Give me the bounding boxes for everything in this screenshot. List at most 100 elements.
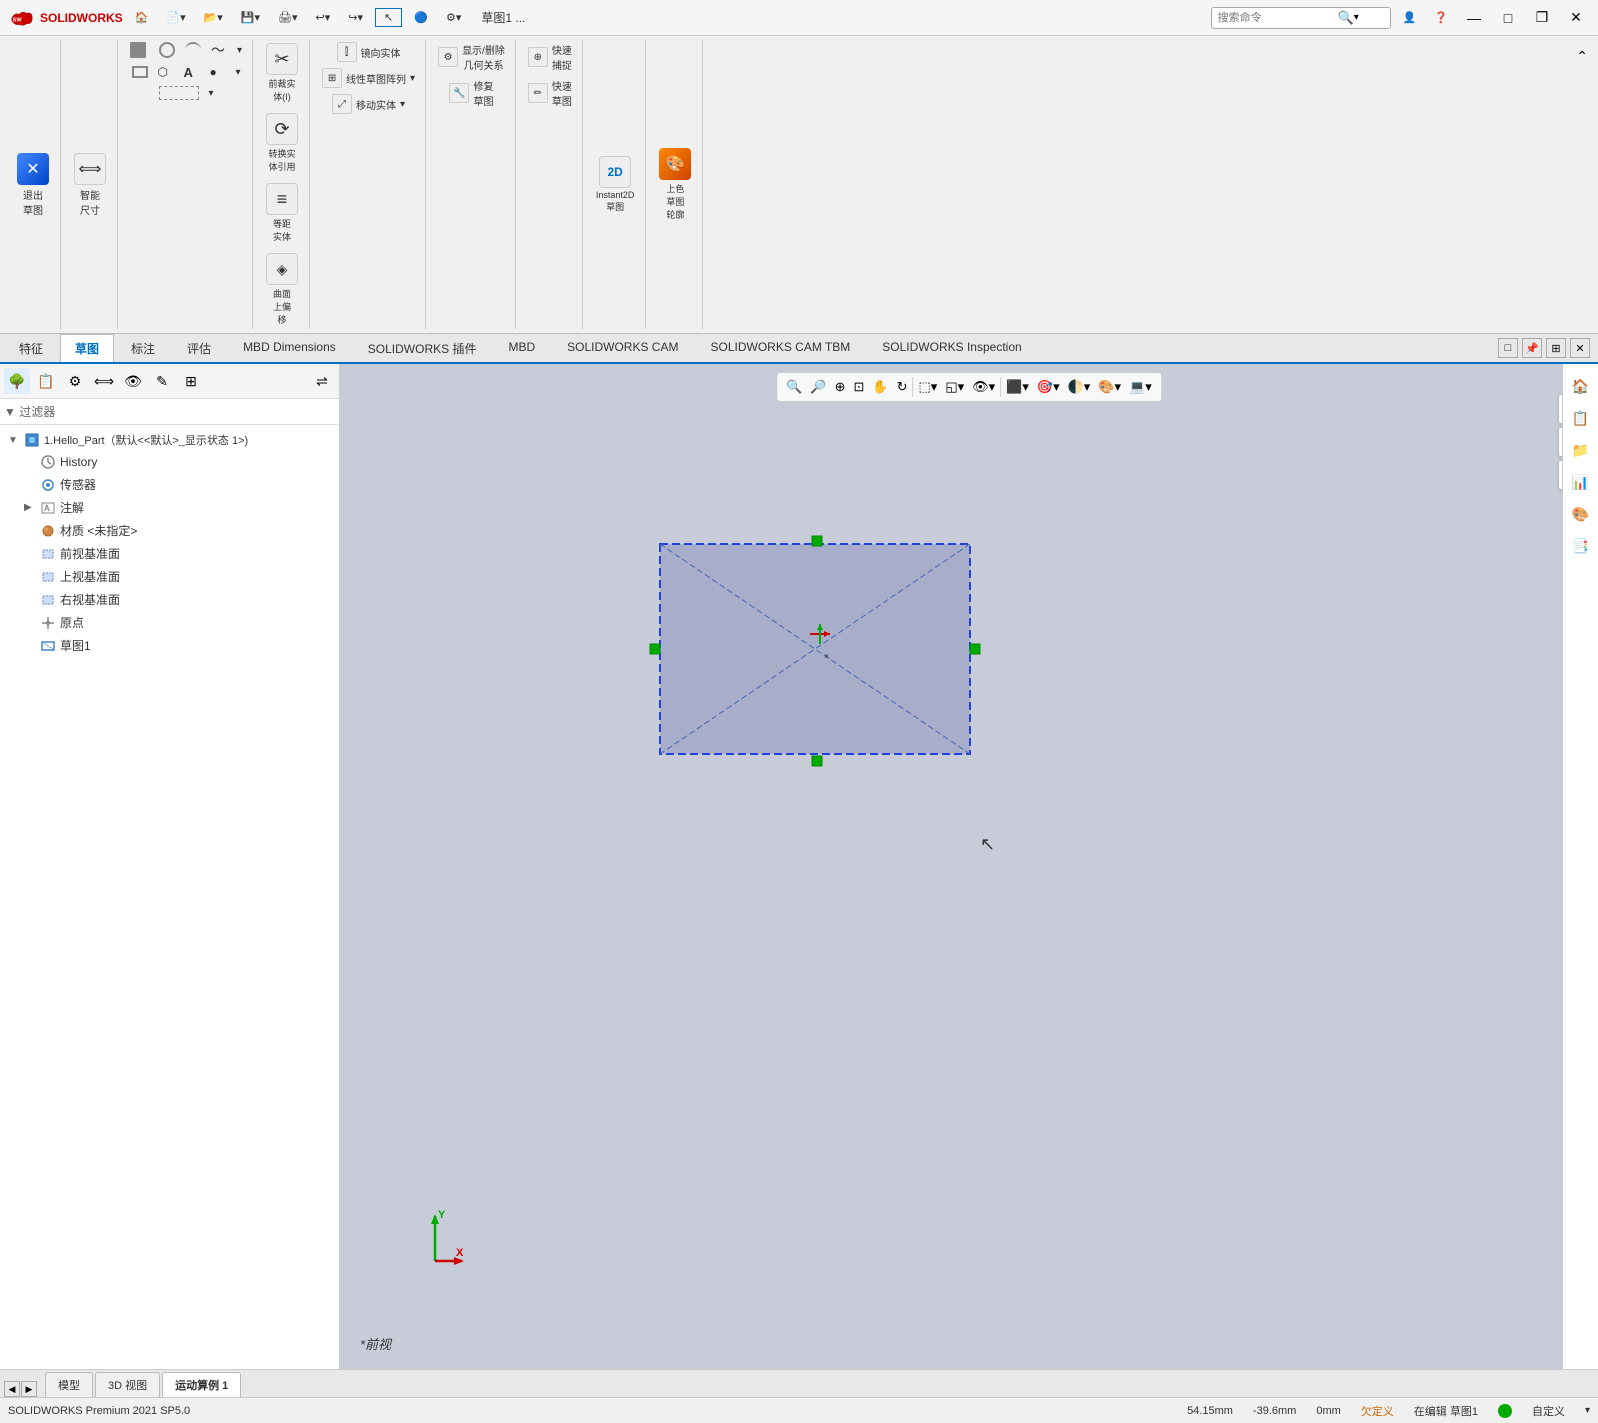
tree-item-material[interactable]: ▶ 材质 <未指定> — [4, 519, 335, 542]
exit-sketch-button[interactable]: ✕ 退出草图 — [12, 150, 54, 220]
bottom-tab-3dview[interactable]: 3D 视图 — [95, 1372, 160, 1397]
rectangle-button[interactable] — [128, 62, 152, 82]
more-draw2-button[interactable]: ▾ — [232, 62, 245, 82]
right-text-button[interactable]: 📑 — [1567, 532, 1595, 560]
vp-scene-button[interactable]: 💻▾ — [1126, 376, 1155, 398]
tree-item-sketch1[interactable]: ▶ 草图1 — [4, 634, 335, 657]
options-button[interactable]: ⚙▾ — [440, 9, 467, 26]
tab-close-button[interactable]: ✕ — [1570, 338, 1590, 358]
ribbon-collapse-button[interactable]: ⌃ — [1572, 44, 1592, 69]
tab-inspection[interactable]: SOLIDWORKS Inspection — [867, 334, 1036, 362]
line-button[interactable] — [126, 40, 153, 60]
tab-mbd-dimensions[interactable]: MBD Dimensions — [228, 334, 351, 362]
tree-item-top-plane[interactable]: ▶ 上视基准面 — [4, 565, 335, 588]
customize-dropdown[interactable]: ▾ — [1585, 1405, 1590, 1416]
mirror-button[interactable]: ⫿ 镜向实体 — [333, 40, 405, 64]
tree-item-origin[interactable]: ▶ 原点 — [4, 611, 335, 634]
tab-scroll-left-button[interactable]: ◀ — [4, 1381, 20, 1397]
maximize-button[interactable]: □ — [1494, 4, 1522, 32]
tab-sketch[interactable]: 草图 — [60, 334, 114, 362]
more-draw3-button[interactable]: ▾ — [205, 84, 218, 102]
undo-button[interactable]: ↩▾ — [310, 9, 337, 26]
right-home-button[interactable]: 🏠 — [1567, 372, 1595, 400]
polygon-button[interactable]: ⬡ — [154, 62, 178, 82]
home-button[interactable]: 🏠 — [129, 9, 155, 26]
vp-view-orient-button[interactable]: 🎯▾ — [1034, 376, 1063, 398]
surface-button[interactable]: ◈ 曲面上偏移 — [261, 250, 303, 329]
right-files-button[interactable]: 📁 — [1567, 436, 1595, 464]
panel-displayman-button[interactable]: 👁 — [120, 368, 146, 394]
show-relations-button[interactable]: ⚙ 显示/删除几何关系 — [434, 40, 509, 74]
bottom-tab-model[interactable]: 模型 — [45, 1372, 93, 1397]
color-outline-button[interactable]: 🎨 上色草图轮廓 — [654, 145, 696, 224]
linear-pattern-dropdown[interactable]: ▾ — [410, 73, 415, 84]
cons-line-button[interactable] — [155, 84, 203, 102]
vp-zoom-to-fit-button[interactable]: 🔍 — [783, 376, 805, 398]
vp-pan-button[interactable]: ✋ — [869, 376, 891, 398]
tab-cam-tbm[interactable]: SOLIDWORKS CAM TBM — [695, 334, 865, 362]
panel-dimman-button[interactable]: ⟺ — [91, 368, 117, 394]
right-color-button[interactable]: 🎨 — [1567, 500, 1595, 528]
tab-pin-button[interactable]: 📌 — [1522, 338, 1542, 358]
panel-propman-button[interactable]: 📋 — [33, 368, 59, 394]
spline-button[interactable]: 〜 — [207, 40, 231, 60]
search-icon[interactable]: 🔍 — [1338, 10, 1354, 26]
quick-snap-button[interactable]: ⊕ 快速捕捉 — [524, 40, 576, 74]
vp-shadows-button[interactable]: 🌓▾ — [1065, 376, 1094, 398]
right-data-button[interactable]: 📊 — [1567, 468, 1595, 496]
tab-mbd[interactable]: MBD — [493, 334, 550, 362]
vp-display-style-button[interactable]: ◱▾ — [942, 376, 967, 398]
search-dropdown-icon[interactable]: ▾ — [1354, 12, 1359, 23]
vp-rotate-button[interactable]: ↻ — [894, 376, 911, 398]
panel-sketchman-button[interactable]: ✎ — [149, 368, 175, 394]
arc-button[interactable] — [181, 40, 205, 60]
restore-button[interactable]: ❐ — [1528, 4, 1556, 32]
tree-item-right-plane[interactable]: ▶ 右视基准面 — [4, 588, 335, 611]
save-button[interactable]: 💾▾ — [235, 9, 266, 26]
panel-featuremgr-button[interactable]: 🌳 — [4, 368, 30, 394]
minimize-button[interactable]: — — [1460, 4, 1488, 32]
point-button[interactable]: ● — [206, 62, 230, 82]
tree-item-history[interactable]: ▶ History — [4, 451, 335, 473]
tree-item-sensors[interactable]: ▶ 传感器 — [4, 473, 335, 496]
tree-root-expand[interactable]: ▼ — [8, 435, 20, 446]
panel-confman-button[interactable]: ⚙ — [62, 368, 88, 394]
tab-plugins[interactable]: SOLIDWORKS 插件 — [353, 334, 492, 362]
help-button[interactable]: ❓ — [1428, 9, 1454, 26]
vp-hide-show-button[interactable]: 👁▾ — [969, 376, 998, 398]
tab-expand-button[interactable]: ⊞ — [1546, 338, 1566, 358]
tab-cam[interactable]: SOLIDWORKS CAM — [552, 334, 693, 362]
viewport[interactable]: 🔍 🔎 ⊕ ⊡ ✋ ↻ ⬚▾ ◱▾ 👁▾ ⬛▾ 🎯▾ 🌓▾ 🎨▾ 💻▾ — [340, 364, 1598, 1369]
select-button[interactable]: ↖ — [375, 8, 402, 27]
panel-back-button[interactable]: ⇌ — [309, 368, 335, 394]
tab-evaluate[interactable]: 评估 — [172, 334, 226, 362]
convert-button[interactable]: ⟳ 转换实体引用 — [261, 110, 303, 176]
close-button[interactable]: ✕ — [1562, 4, 1590, 32]
move-dropdown[interactable]: ▾ — [400, 99, 405, 110]
vp-zoom-sheet-button[interactable]: ⊡ — [851, 376, 868, 398]
offset-button[interactable]: ≡ 等距实体 — [261, 180, 303, 246]
panel-more-button[interactable]: ⊞ — [178, 368, 204, 394]
vp-views-button[interactable]: ⬚▾ — [916, 376, 941, 398]
vp-appearance-button[interactable]: 🎨▾ — [1095, 376, 1124, 398]
vp-section-view-button[interactable]: ⬛▾ — [1003, 376, 1032, 398]
trim-button[interactable]: ✂ 前裁实体(I) — [261, 40, 303, 106]
right-layers-button[interactable]: 📋 — [1567, 404, 1595, 432]
print-button[interactable]: 🖨▾ — [272, 9, 304, 26]
circle-button[interactable] — [155, 40, 179, 60]
linear-pattern-button[interactable]: ⊞ 线性草图阵列 ▾ — [318, 66, 419, 90]
quick-sketch-button[interactable]: ✏ 快速草图 — [524, 76, 576, 110]
filter-button[interactable]: ▼ 过滤器 — [4, 403, 55, 420]
customize-button[interactable]: 自定义 — [1532, 1403, 1565, 1419]
rebuild-button[interactable]: 🔵 — [408, 9, 434, 26]
redo-button[interactable]: ↪▾ — [342, 9, 369, 26]
move-entities-button[interactable]: ⤢ 移动实体 ▾ — [328, 92, 409, 116]
text-button[interactable]: A — [180, 62, 204, 82]
new-button[interactable]: 📄▾ — [160, 9, 191, 26]
bottom-tab-motion[interactable]: 运动算例 1 — [162, 1372, 241, 1397]
tab-scroll-right-button[interactable]: ▶ — [21, 1381, 37, 1397]
open-button[interactable]: 📂▾ — [198, 9, 229, 26]
tree-item-front-plane[interactable]: ▶ 前视基准面 — [4, 542, 335, 565]
tree-root[interactable]: ▼ 1.Hello_Part（默认<<默认>_显示状态 1>) — [4, 429, 335, 451]
tree-annotations-expand[interactable]: ▶ — [24, 502, 36, 513]
